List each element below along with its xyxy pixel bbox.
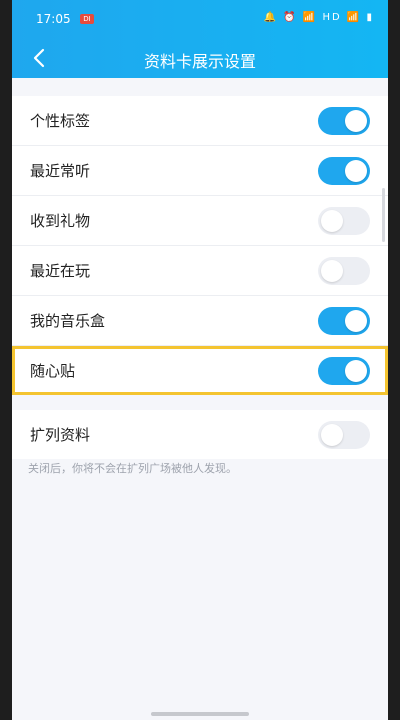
setting-row-gifts: 收到礼物 (12, 196, 388, 246)
setting-row-extended: 扩列资料 (12, 410, 388, 459)
setting-label: 最近在玩 (30, 262, 91, 280)
setting-label: 最近常听 (30, 162, 91, 180)
setting-label: 我的音乐盒 (30, 312, 106, 330)
nav-bar: 资料卡展示设置 (12, 40, 388, 78)
toggle-knob (321, 424, 343, 446)
scrollbar[interactable] (382, 188, 385, 242)
toggle-knob (345, 110, 367, 132)
status-time: 17:05 (36, 12, 71, 26)
setting-label: 扩列资料 (30, 426, 91, 444)
setting-label: 收到礼物 (30, 212, 91, 230)
toggle-switch[interactable] (318, 357, 370, 385)
toggle-switch[interactable] (318, 257, 370, 285)
status-bar: 17:05 DI 🔔 ⏰ 📶 HD 📶 ▮ (12, 0, 388, 40)
home-indicator (151, 712, 249, 716)
extended-group: 扩列资料 (12, 410, 388, 459)
toggle-knob (321, 210, 343, 232)
notification-badge: DI (80, 14, 94, 24)
toggle-knob (345, 360, 367, 382)
setting-row-recent-play: 最近在玩 (12, 246, 388, 296)
settings-group: 个性标签 最近常听 收到礼物 最近在玩 我的音乐盒 随心贴 (12, 96, 388, 395)
toggle-switch[interactable] (318, 421, 370, 449)
page-title: 资料卡展示设置 (143, 52, 256, 71)
toggle-switch[interactable] (318, 107, 370, 135)
device-bezel-left (0, 0, 12, 720)
header: 17:05 DI 🔔 ⏰ 📶 HD 📶 ▮ 资料卡展示设置 (12, 0, 388, 78)
setting-row-recent-listen: 最近常听 (12, 146, 388, 196)
toggle-switch[interactable] (318, 207, 370, 235)
toggle-knob (345, 310, 367, 332)
status-indicators: 🔔 ⏰ 📶 HD 📶 ▮ (263, 12, 374, 23)
setting-row-tags: 个性标签 (12, 96, 388, 146)
setting-label: 个性标签 (30, 112, 91, 130)
device-bezel-right (388, 0, 400, 720)
setting-label: 随心贴 (30, 362, 76, 380)
extended-note: 关闭后，你将不会在扩列广场被他人发现。 (28, 462, 237, 475)
toggle-knob (321, 260, 343, 282)
toggle-knob (345, 160, 367, 182)
setting-row-music-box: 我的音乐盒 (12, 296, 388, 346)
toggle-switch[interactable] (318, 307, 370, 335)
phone-screen: 17:05 DI 🔔 ⏰ 📶 HD 📶 ▮ 资料卡展示设置 个性标签 最近常听 … (12, 0, 388, 720)
setting-row-sticker: 随心贴 (12, 346, 388, 395)
toggle-switch[interactable] (318, 157, 370, 185)
